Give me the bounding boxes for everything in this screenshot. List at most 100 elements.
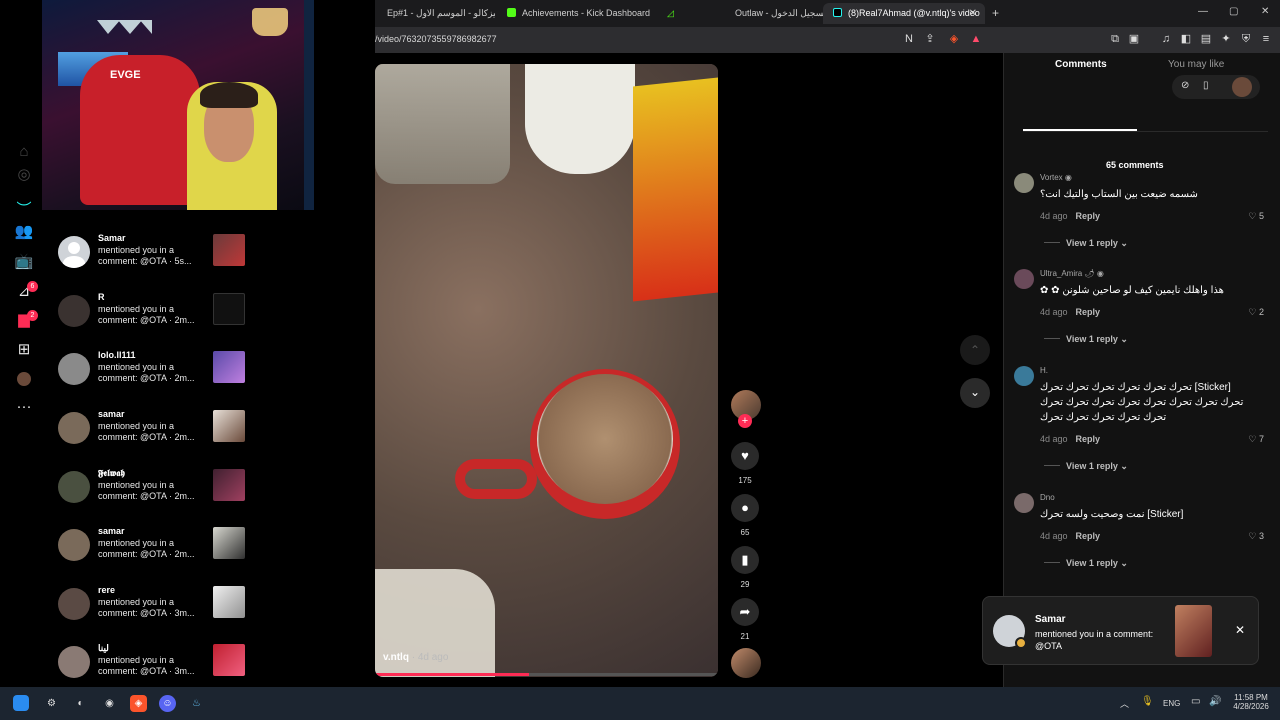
steam-icon[interactable]: ♨ xyxy=(188,695,205,712)
close-tab-icon[interactable]: ✕ xyxy=(969,3,977,24)
notification-toast[interactable]: Samar mentioned you in a comment: @OTA ✕ xyxy=(982,596,1259,665)
leo-ai-icon[interactable]: ✦ xyxy=(1219,32,1233,46)
volume-icon[interactable]: 🔊 xyxy=(1209,696,1221,707)
share-button[interactable]: ➦ xyxy=(731,598,759,626)
video-author[interactable]: v.ntlq · 4d ago xyxy=(383,652,448,663)
view-replies-button[interactable]: View 1 reply ⌄ xyxy=(1044,238,1128,249)
save-count: 29 xyxy=(740,580,750,589)
list-item[interactable]: lolo.ll111 mentioned you in a comment: @… xyxy=(58,348,248,392)
settings-icon[interactable]: ⚙ xyxy=(43,695,60,712)
browser-tab[interactable]: Achievements - Kick Dashboard xyxy=(497,3,655,24)
share-count: 21 xyxy=(740,632,750,641)
avatar xyxy=(58,471,90,503)
divider xyxy=(1023,131,1268,132)
app-icon[interactable]: ◐ xyxy=(72,695,89,712)
vpn-icon[interactable]: ⛨ xyxy=(1239,32,1253,46)
progress-fill xyxy=(375,673,530,676)
address-bar: /video/7632073559786982677 N ⇪ ◈ ▲ ⧉ ▣ ♫… xyxy=(375,27,1280,53)
video-thumbnail xyxy=(213,586,245,618)
sidebar-icon[interactable]: ◧ xyxy=(1179,32,1193,46)
new-tab-button[interactable]: + xyxy=(992,6,999,20)
upload-icon[interactable]: ⊞ xyxy=(14,340,34,360)
list-item[interactable]: لينا mentioned you in a comment: @OTA · … xyxy=(58,641,248,685)
microphone-icon[interactable]: 🎙 xyxy=(1141,696,1154,707)
brave-rewards-icon[interactable]: ▲ xyxy=(969,32,983,46)
avatar xyxy=(58,236,90,268)
view-replies-button[interactable]: View 1 reply ⌄ xyxy=(1044,334,1128,345)
reply-button[interactable]: Reply xyxy=(1076,531,1101,541)
autoscroll-icon[interactable]: ⊘ xyxy=(1181,80,1189,91)
comment-like-button[interactable]: ♡ 7 xyxy=(1248,434,1264,445)
language-indicator[interactable]: ENG xyxy=(1163,699,1180,708)
list-item[interactable]: samar mentioned you in a comment: @OTA ·… xyxy=(58,407,248,451)
discord-icon[interactable]: ☺ xyxy=(159,695,176,712)
device-icon[interactable]: ▯ xyxy=(1203,80,1209,91)
screenshot-icon[interactable]: ▣ xyxy=(1127,32,1141,46)
like-button[interactable]: ♥ xyxy=(731,442,759,470)
explore-icon[interactable]: ◎ xyxy=(14,165,34,185)
previous-video-button[interactable]: ⌃ xyxy=(960,335,990,365)
browser-tab[interactable]: ◿ xyxy=(657,3,717,24)
browser-tab-active[interactable]: (8)Real7Ahmad (@v.ntlq)'s video ✕ xyxy=(823,3,985,24)
profile-avatar[interactable] xyxy=(17,372,31,386)
extensions-icon[interactable]: ⧉ xyxy=(1108,32,1122,46)
video-thumbnail xyxy=(213,351,245,383)
list-item[interactable]: samar mentioned you in a comment: @OTA ·… xyxy=(58,524,248,568)
tab-comments[interactable]: Comments xyxy=(1055,59,1107,70)
friends-icon[interactable]: 👥 xyxy=(14,222,34,242)
brave-icon[interactable]: ◈ xyxy=(130,695,147,712)
close-icon[interactable]: ✕ xyxy=(1235,623,1245,637)
follow-button[interactable]: + xyxy=(738,414,752,428)
avatar xyxy=(993,615,1027,649)
list-item[interactable]: Samar mentioned you in a comment: @OTA ·… xyxy=(58,231,248,275)
tray-chevron-icon[interactable]: ︿ xyxy=(1120,697,1129,710)
browser-tab[interactable]: Ep#1 - ميزكالو - الموسم الاول xyxy=(377,3,495,24)
avatar[interactable] xyxy=(1014,173,1034,193)
video-player[interactable]: v.ntlq · 4d ago xyxy=(375,64,718,677)
view-replies-button[interactable]: View 1 reply ⌄ xyxy=(1044,558,1128,569)
url-input[interactable]: /video/7632073559786982677 xyxy=(375,34,497,44)
close-window-button[interactable]: ✕ xyxy=(1261,6,1269,17)
start-icon[interactable] xyxy=(13,695,29,711)
next-video-button[interactable]: ⌄ xyxy=(960,378,990,408)
maximize-button[interactable]: ▢ xyxy=(1229,6,1238,17)
list-item[interactable]: R mentioned you in a comment: @OTA · 2m.… xyxy=(58,290,248,334)
live-icon[interactable]: 📺 xyxy=(14,252,34,272)
reply-button[interactable]: Reply xyxy=(1076,434,1101,444)
media-icon[interactable]: ♫ xyxy=(1159,32,1173,46)
comment-button[interactable]: ● xyxy=(731,494,759,522)
brave-shield-icon[interactable]: ◈ xyxy=(947,32,961,46)
avatar[interactable] xyxy=(1232,77,1252,97)
clock[interactable]: 11:58 PM 4/28/2026 xyxy=(1233,693,1269,711)
reply-button[interactable]: Reply xyxy=(1076,211,1101,221)
tea-box xyxy=(633,77,718,302)
obs-icon[interactable]: ◉ xyxy=(101,695,118,712)
network-icon[interactable]: ▭ xyxy=(1191,696,1200,707)
video-thumbnail xyxy=(213,293,245,325)
avatar[interactable] xyxy=(1014,493,1034,513)
menu-icon[interactable]: ≡ xyxy=(1259,32,1273,46)
save-button[interactable]: ▮ xyxy=(731,546,759,574)
view-replies-button[interactable]: View 1 reply ⌄ xyxy=(1044,461,1128,472)
home-icon[interactable]: ⌂ xyxy=(14,142,34,162)
avatar xyxy=(58,353,90,385)
share-icon[interactable]: ⇪ xyxy=(923,32,937,46)
avatar xyxy=(58,412,90,444)
comment-like-button[interactable]: ♡ 2 xyxy=(1248,307,1264,318)
avatar[interactable] xyxy=(1014,366,1034,386)
browser-tab[interactable]: Outlaw - تسجيل الدخول xyxy=(725,3,825,24)
sound-avatar[interactable] xyxy=(731,648,761,678)
avatar[interactable] xyxy=(1014,269,1034,289)
list-item[interactable]: 𝕱𝖊𝖑𝖜𝖆𝖍 mentioned you in a comment: @OTA … xyxy=(58,466,248,510)
comment-like-button[interactable]: ♡ 3 xyxy=(1248,531,1264,542)
reply-button[interactable]: Reply xyxy=(1076,307,1101,317)
list-item[interactable]: rere mentioned you in a comment: @OTA · … xyxy=(58,583,248,627)
following-icon[interactable]: ︶ xyxy=(14,200,34,220)
comment-like-button[interactable]: ♡ 5 xyxy=(1248,211,1264,222)
wallet-icon[interactable]: ▤ xyxy=(1199,32,1213,46)
minimize-button[interactable]: — xyxy=(1198,6,1208,17)
more-icon[interactable]: ··· xyxy=(14,397,34,417)
tab-you-may-like[interactable]: You may like xyxy=(1168,59,1224,70)
no-translate-icon[interactable]: N xyxy=(902,32,916,46)
inbox-badge: 6 xyxy=(27,281,38,292)
